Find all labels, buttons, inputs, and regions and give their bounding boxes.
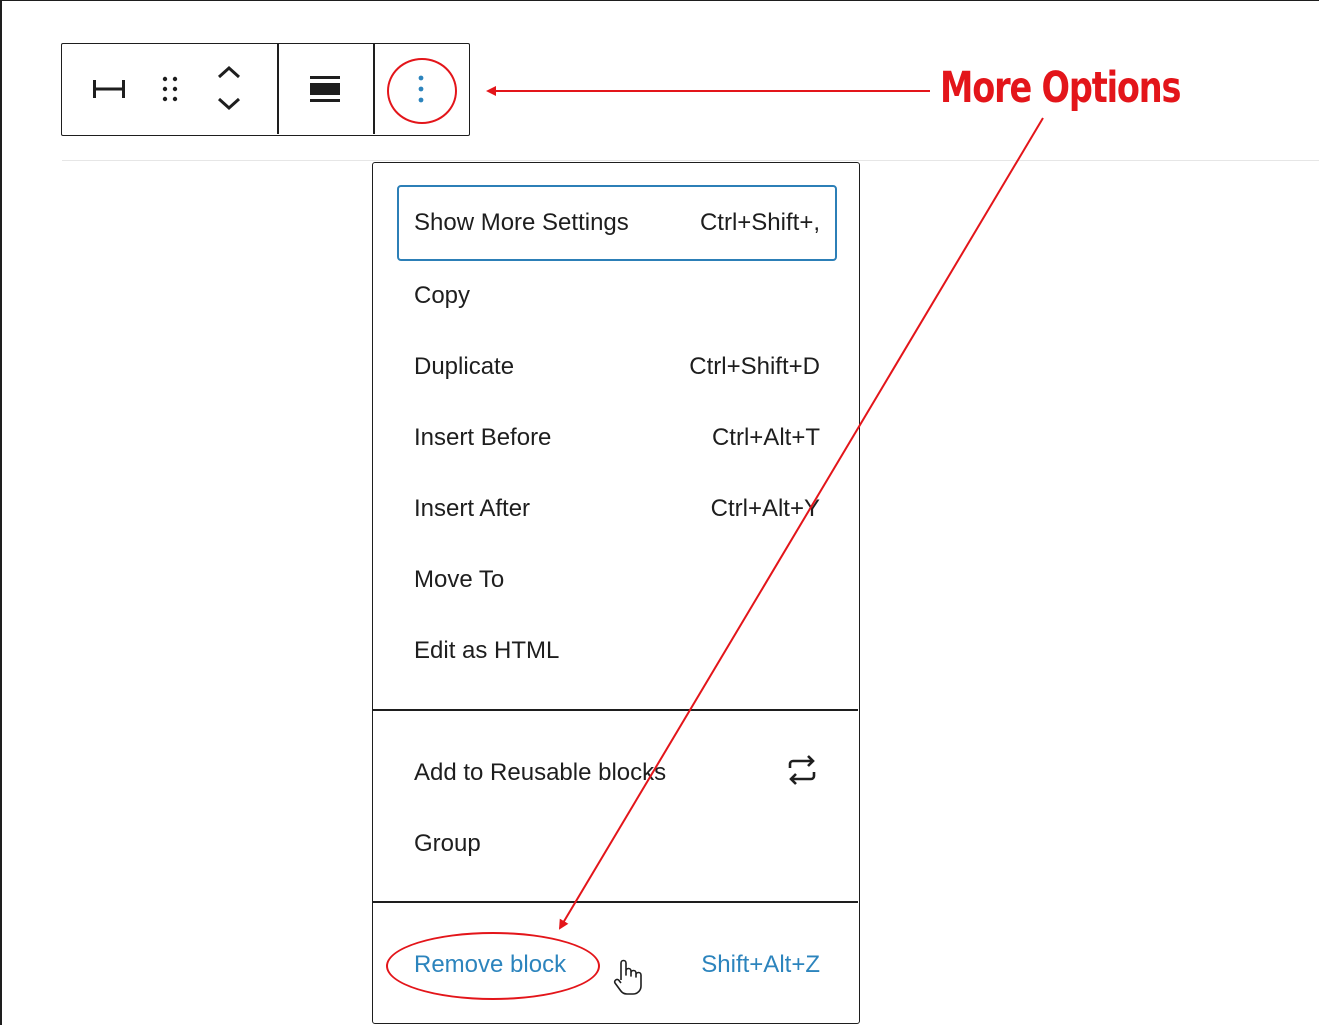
menu-item-copy[interactable]: Copy xyxy=(397,260,837,332)
content-divider xyxy=(62,160,1319,161)
hand-pointer-cursor-icon xyxy=(612,958,642,1001)
annotation-label: More Options xyxy=(940,63,1181,113)
menu-item-label: Show More Settings xyxy=(414,209,629,236)
menu-item-shortcut: Ctrl+Shift+D xyxy=(689,353,820,380)
menu-item-shortcut: Ctrl+Alt+Y xyxy=(710,495,820,522)
menu-item-label: Insert Before xyxy=(414,424,552,451)
align-icon[interactable] xyxy=(300,69,350,109)
reusable-block-icon xyxy=(784,752,820,795)
menu-item-shortcut: Ctrl+Alt+T xyxy=(711,424,820,451)
horizontal-resize-icon[interactable] xyxy=(84,72,134,106)
menu-item-label: Add to Reusable blocks xyxy=(414,759,667,786)
block-options-menu: Show More Settings Ctrl+Shift+, Copy Dup… xyxy=(372,162,860,1024)
menu-item-shortcut: Shift+Alt+Z xyxy=(701,951,820,978)
frame-edge-left xyxy=(0,0,2,1025)
menu-item-shortcut: Ctrl+Shift+, xyxy=(699,209,820,236)
menu-item-label: Copy xyxy=(414,282,471,309)
menu-item-move-to[interactable]: Move To xyxy=(397,544,837,616)
menu-divider xyxy=(373,901,858,903)
menu-item-insert-after[interactable]: Insert After Ctrl+Alt+Y xyxy=(397,473,837,545)
menu-divider xyxy=(373,709,858,711)
menu-item-label: Duplicate xyxy=(414,353,515,380)
drag-handle-icon[interactable] xyxy=(154,72,186,106)
options-highlight-circle xyxy=(387,58,457,124)
menu-item-insert-before[interactable]: Insert Before Ctrl+Alt+T xyxy=(397,402,837,474)
menu-item-edit-as-html[interactable]: Edit as HTML xyxy=(397,615,837,687)
menu-item-label: Insert After xyxy=(414,495,531,522)
menu-item-label: Move To xyxy=(414,566,505,593)
remove-block-highlight-ellipse xyxy=(386,932,600,1000)
menu-item-duplicate[interactable]: Duplicate Ctrl+Shift+D xyxy=(397,331,837,403)
menu-item-add-to-reusable-blocks[interactable]: Add to Reusable blocks xyxy=(397,737,837,809)
move-up-down-icon[interactable] xyxy=(208,62,250,114)
menu-item-group[interactable]: Group xyxy=(397,808,837,880)
menu-item-label: Group xyxy=(414,830,481,857)
frame-edge-top xyxy=(0,0,1319,1)
menu-item-show-more-settings[interactable]: Show More Settings Ctrl+Shift+, xyxy=(397,185,837,261)
menu-item-label: Edit as HTML xyxy=(414,637,560,664)
